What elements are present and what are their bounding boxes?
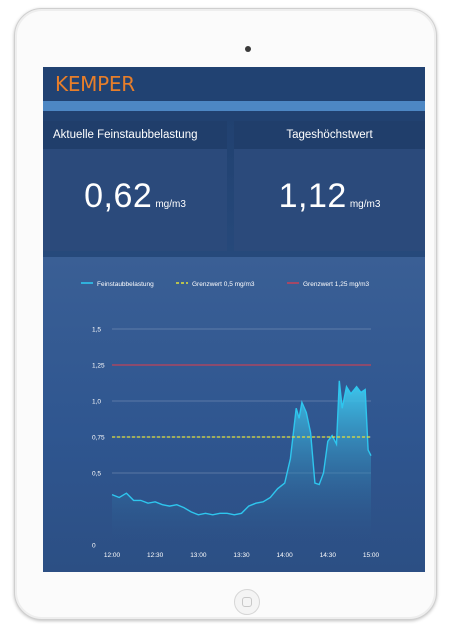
app-screen: KEMPER Aktuelle Feinstaubbelastung 0,62 m…	[43, 67, 425, 572]
x-tick-label: 14:30	[320, 552, 337, 559]
daily-max-number: 1,12	[278, 177, 347, 215]
accent-strip	[43, 101, 425, 111]
daily-max-unit: mg/m3	[349, 199, 381, 210]
legend-label: Feinstaubbelastung	[97, 281, 154, 288]
series-area	[112, 380, 371, 545]
x-tick-label: 12:00	[104, 552, 121, 559]
home-button[interactable]	[234, 589, 260, 615]
current-value-unit: mg/m3	[155, 199, 186, 210]
y-tick-label: 1,25	[92, 363, 105, 370]
x-tick-label: 15:00	[363, 552, 380, 559]
daily-max-card: Tageshöchstwert 1,12 mg/m3	[234, 121, 425, 251]
y-tick-label: 1,0	[92, 399, 101, 406]
current-value-card: Aktuelle Feinstaubbelastung 0,62 mg/m3	[43, 121, 227, 251]
current-value-number: 0,62	[84, 177, 153, 215]
x-tick-label: 12:30	[147, 552, 164, 559]
x-tick-label: 13:00	[190, 552, 207, 559]
home-square-icon	[242, 597, 252, 607]
y-tick-label: 0,5	[92, 471, 101, 478]
current-value: 0,62 mg/m3	[43, 177, 227, 216]
y-tick-label: 0	[92, 543, 96, 550]
x-tick-label: 13:30	[233, 552, 250, 559]
y-tick-label: 1,5	[92, 327, 101, 334]
x-tick-label: 14:00	[277, 552, 294, 559]
legend-label: Grenzwert 1,25 mg/m3	[303, 281, 369, 288]
card-title: Tageshöchstwert	[234, 121, 425, 149]
chart-panel: Feinstaubbelastung Grenzwert 0,5 mg/m3 Gre…	[43, 257, 425, 572]
legend-label: Grenzwert 0,5 mg/m3	[192, 281, 255, 288]
camera-dot	[245, 46, 251, 52]
card-title: Aktuelle Feinstaubbelastung	[43, 121, 227, 149]
top-bar: KEMPER	[43, 67, 425, 101]
daily-max-value: 1,12 mg/m3	[234, 177, 425, 216]
particulate-chart: Feinstaubbelastung Grenzwert 0,5 mg/m3 Gre…	[81, 281, 380, 559]
y-tick-label: 0,75	[92, 435, 105, 442]
brand-logo: KEMPER	[55, 72, 135, 96]
